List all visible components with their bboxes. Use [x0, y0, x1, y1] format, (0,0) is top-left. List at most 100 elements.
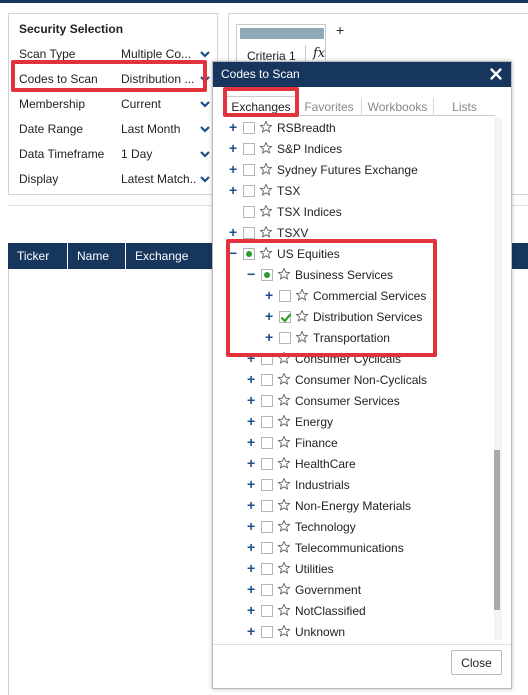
expand-icon[interactable]: +	[247, 435, 257, 450]
tree-checkbox[interactable]	[261, 542, 273, 554]
star-icon[interactable]	[277, 582, 291, 596]
tree-item-technology[interactable]: + Technology	[223, 517, 493, 538]
close-button[interactable]: Close	[451, 650, 502, 675]
tree-checkbox[interactable]	[243, 185, 255, 197]
star-icon[interactable]	[277, 519, 291, 533]
star-icon[interactable]	[259, 225, 273, 239]
tree-checkbox[interactable]	[243, 122, 255, 134]
tree-checkbox[interactable]	[243, 206, 255, 218]
tree-checkbox[interactable]	[261, 374, 273, 386]
star-icon[interactable]	[277, 498, 291, 512]
tree-item-rsbreadth[interactable]: + RSBreadth	[223, 118, 493, 139]
expand-icon[interactable]: +	[247, 393, 257, 408]
tree-checkbox[interactable]	[261, 395, 273, 407]
tree-item-notclassified[interactable]: + NotClassified	[223, 601, 493, 622]
tree-checkbox[interactable]	[261, 584, 273, 596]
scan-type-value[interactable]: Multiple Co...	[121, 47, 197, 61]
tree-checkbox[interactable]	[261, 500, 273, 512]
tree-checkbox[interactable]	[261, 458, 273, 470]
expand-icon[interactable]: +	[229, 120, 239, 135]
star-icon[interactable]	[277, 624, 291, 638]
membership-row[interactable]: Membership Current	[9, 92, 217, 117]
expand-icon[interactable]: +	[229, 141, 239, 156]
expand-icon[interactable]: +	[247, 624, 257, 639]
star-icon[interactable]	[277, 372, 291, 386]
tree-item-label: Energy	[295, 415, 334, 429]
star-icon[interactable]	[277, 603, 291, 617]
chevron-down-icon[interactable]	[199, 123, 211, 135]
star-icon[interactable]	[277, 414, 291, 428]
expand-icon[interactable]: +	[229, 183, 239, 198]
data-timeframe-value[interactable]: 1 Day	[121, 147, 197, 161]
tree-checkbox[interactable]	[261, 626, 273, 638]
expand-icon[interactable]: +	[247, 561, 257, 576]
star-icon[interactable]	[277, 456, 291, 470]
star-icon[interactable]	[259, 204, 273, 218]
fx-icon[interactable]: fx	[313, 46, 325, 61]
display-row[interactable]: Display Latest Match...	[9, 167, 217, 192]
expand-icon[interactable]: +	[229, 162, 239, 177]
tree-checkbox[interactable]	[261, 521, 273, 533]
tree-checkbox[interactable]	[261, 563, 273, 575]
expand-icon[interactable]: +	[247, 456, 257, 471]
tree-item-tsx[interactable]: + TSX	[223, 181, 493, 202]
tree-item-tsx-indices[interactable]: TSX Indices	[223, 202, 493, 223]
expand-icon[interactable]: +	[247, 414, 257, 429]
date-range-value[interactable]: Last Month	[121, 122, 197, 136]
chevron-down-icon[interactable]	[199, 48, 211, 60]
display-value[interactable]: Latest Match...	[121, 172, 197, 186]
column-header-ticker[interactable]: Ticker	[8, 243, 68, 269]
tree-checkbox[interactable]	[261, 437, 273, 449]
data-timeframe-row[interactable]: Data Timeframe 1 Day	[9, 142, 217, 167]
tree-item-finance[interactable]: + Finance	[223, 433, 493, 454]
tree-item-sydney-futures-exchange[interactable]: + Sydney Futures Exchange	[223, 160, 493, 181]
tree-checkbox[interactable]	[243, 143, 255, 155]
scrollbar-thumb[interactable]	[494, 450, 500, 610]
tree-item-telecommunications[interactable]: + Telecommunications	[223, 538, 493, 559]
tree-checkbox[interactable]	[243, 227, 255, 239]
expand-icon[interactable]: +	[229, 225, 239, 240]
star-icon[interactable]	[259, 183, 273, 197]
expand-icon[interactable]: +	[247, 519, 257, 534]
expand-icon[interactable]: +	[247, 477, 257, 492]
membership-value[interactable]: Current	[121, 97, 197, 111]
star-icon[interactable]	[259, 162, 273, 176]
expand-icon[interactable]: +	[247, 540, 257, 555]
tab-workbooks[interactable]: Workbooks	[361, 98, 433, 116]
star-icon[interactable]	[277, 435, 291, 449]
tree-item-non-energy-materials[interactable]: + Non-Energy Materials	[223, 496, 493, 517]
add-criteria-button[interactable]: +	[336, 22, 344, 38]
date-range-row[interactable]: Date Range Last Month	[9, 117, 217, 142]
expand-icon[interactable]: +	[247, 603, 257, 618]
tab-favorites[interactable]: Favorites	[297, 98, 361, 116]
tree-item-industrials[interactable]: + Industrials	[223, 475, 493, 496]
tree-item-sandp-indices[interactable]: + S&P Indices	[223, 139, 493, 160]
tree-item-unknown[interactable]: + Unknown	[223, 622, 493, 640]
expand-icon[interactable]: +	[247, 498, 257, 513]
star-icon[interactable]	[277, 393, 291, 407]
tree-checkbox[interactable]	[261, 479, 273, 491]
tree-checkbox[interactable]	[261, 416, 273, 428]
expand-icon[interactable]: +	[247, 582, 257, 597]
tree-checkbox[interactable]	[243, 164, 255, 176]
chevron-down-icon[interactable]	[199, 173, 211, 185]
column-header-exchange[interactable]: Exchange	[126, 243, 216, 269]
tree-item-healthcare[interactable]: + HealthCare	[223, 454, 493, 475]
chevron-down-icon[interactable]	[199, 148, 211, 160]
chevron-down-icon[interactable]	[199, 98, 211, 110]
star-icon[interactable]	[277, 477, 291, 491]
tree-item-energy[interactable]: + Energy	[223, 412, 493, 433]
tree-item-consumer-non-cyclicals[interactable]: + Consumer Non-Cyclicals	[223, 370, 493, 391]
star-icon[interactable]	[277, 540, 291, 554]
tree-checkbox[interactable]	[261, 605, 273, 617]
expand-icon[interactable]: +	[247, 372, 257, 387]
star-icon[interactable]	[277, 561, 291, 575]
tree-item-government[interactable]: + Government	[223, 580, 493, 601]
star-icon[interactable]	[259, 141, 273, 155]
star-icon[interactable]	[259, 120, 273, 134]
tab-lists[interactable]: Lists	[433, 98, 495, 116]
tree-item-consumer-services[interactable]: + Consumer Services	[223, 391, 493, 412]
close-icon[interactable]	[489, 66, 503, 82]
tree-item-utilities[interactable]: + Utilities	[223, 559, 493, 580]
column-header-name[interactable]: Name	[68, 243, 126, 269]
